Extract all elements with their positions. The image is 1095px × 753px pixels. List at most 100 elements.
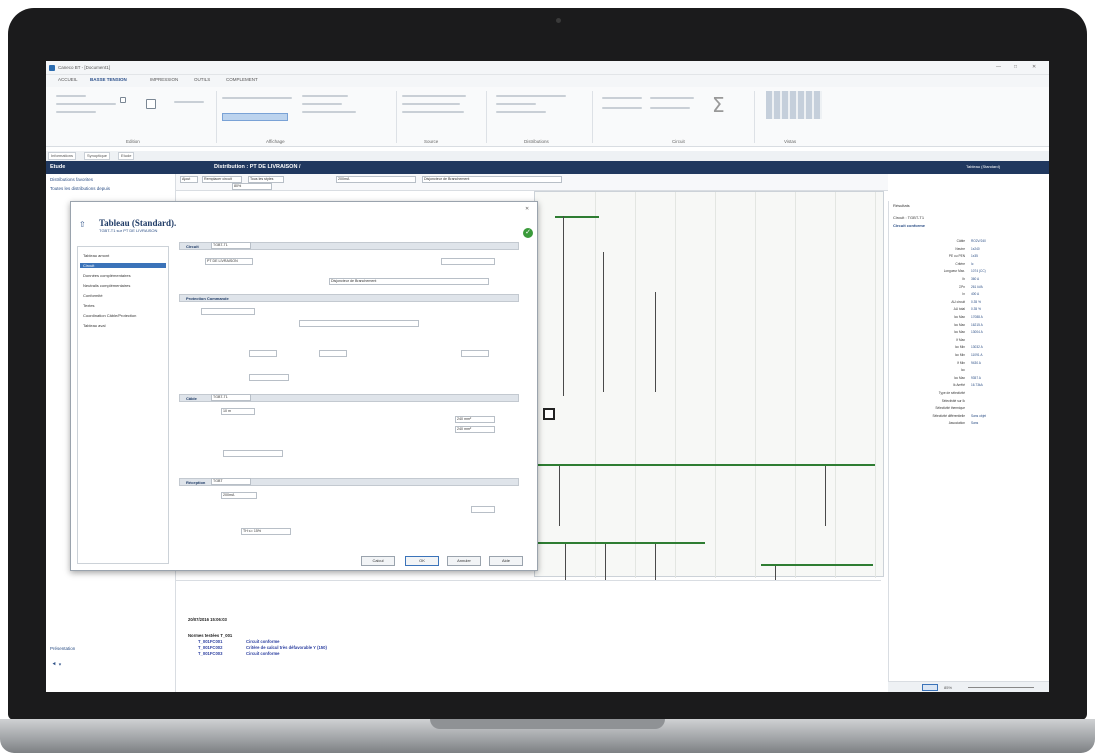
left-bottom-label[interactable]: Présentation [50,646,75,651]
vista-thumbnails[interactable] [766,91,822,119]
annuler-button[interactable]: Annuler [447,556,481,566]
display-selector[interactable] [222,113,288,121]
result-row: If Min 9430 A [893,361,1043,366]
result-row: Type de sélectivité [893,391,1043,396]
log-msg-3: Circuit conforme [246,651,280,656]
isd-field[interactable] [319,350,347,357]
result-row: Sélectivité différentielle Sans objet [893,414,1043,419]
tree-item-tableau-aval[interactable]: Tableau aval [83,323,105,328]
left-item-all-distributions[interactable]: Toutes les distributions depuis [50,186,110,191]
designation-field-dialog[interactable]: Disjoncteur de Branchement [329,278,489,285]
conducteur-neutre-select[interactable]: 240 mm² [455,426,495,433]
log-id-3[interactable]: T_001FC003 [198,651,222,656]
result-key: Longueur Max. [943,269,965,274]
log-msg-2: Critère de calcul très défavorable Y (15… [246,645,327,650]
result-key: Icc Max [954,375,965,380]
result-row: Câble RO2V/240 [893,239,1043,244]
cos-phi-field[interactable] [471,506,495,513]
style-filter[interactable]: Tous les styles [248,176,284,183]
result-row: Ik Arrêté 16.73kA [893,383,1043,388]
zoom-field[interactable]: 80% [232,183,272,190]
paste-icon[interactable] [146,99,156,109]
protection-type-select[interactable] [201,308,255,315]
courant-field[interactable]: 200mA [221,492,257,499]
result-key: Icc Max [954,322,965,327]
longueur-field[interactable]: 10 m [221,408,255,415]
tab-accueil[interactable]: ACCUEIL [58,77,78,82]
view-tab-etude[interactable]: Etude [118,152,135,160]
dialog-subtitle: TGBT-T1 sur PT DE LIVRAISON [99,228,158,233]
left-item-favorites[interactable]: Distributions favorites [50,177,93,182]
pose-select[interactable] [223,450,283,457]
result-row: Critère Ic [893,262,1043,267]
tree-item-coordination[interactable]: Coordination Câble/Protection [83,313,136,318]
tree-item-circuit[interactable]: Circuit [80,263,166,268]
tab-outils[interactable]: OUTILS [194,77,210,82]
view-tab-informations[interactable]: Informations [48,152,77,160]
protection-model-select[interactable] [299,320,419,327]
thermique-select[interactable] [249,374,289,381]
view-mode-icons[interactable] [922,684,938,691]
zoom-slider[interactable] [968,687,1034,688]
ribbon: Edition Affichage Source Distributions Σ… [46,87,1049,147]
result-value: Sans [971,421,979,426]
tab-basse-tension[interactable]: BASSE TENSION [90,77,127,82]
tab-complement[interactable]: COMPLEMENT [226,77,258,82]
maximize-icon[interactable]: □ [1014,64,1017,70]
result-key: ΣPn [959,284,965,289]
close-icon[interactable]: ✕ [1032,64,1036,70]
collapse-icon[interactable]: ⯇ ▾ [52,662,61,669]
cut-icon[interactable] [120,97,126,103]
calcul-button[interactable]: Calcul [361,556,395,566]
tree-item-neutralis[interactable]: Neutralis complémentaires [83,283,130,288]
group-label-distributions: Distributions [524,139,549,144]
result-key: Sélectivité thermique [935,406,965,411]
statut-select[interactable] [441,258,495,265]
amont-field[interactable]: PT DE LIVRAISON [205,258,253,265]
result-value: RO2V/240 [971,239,986,243]
tree-item-tableau-amont[interactable]: Tableau amont [83,253,109,258]
add-dropdown[interactable]: Ajout [180,176,198,183]
designation-field[interactable]: Disjoncteur de Branchement [422,176,562,183]
harmoniques-select[interactable]: TH ≤= 15% [241,528,291,535]
ok-button[interactable]: OK [405,556,439,566]
tree-item-donnees[interactable]: Données complémentaires [83,273,131,278]
log-id-1[interactable]: T_001FC001 [198,639,222,644]
result-value: Ic [971,261,974,266]
laptop-notch [430,719,665,729]
value-field[interactable]: 200mA [336,176,416,183]
replace-circuit-button[interactable]: Remplacer circuit [202,176,242,183]
conducteur-phase-select[interactable]: 240 mm² [455,416,495,423]
tab-impression[interactable]: IMPRESSION [150,77,178,82]
result-key: Ib [962,277,965,281]
ib-field[interactable] [249,350,277,357]
status-bar: 85% [888,681,1049,692]
cable-name-field[interactable]: TGBT-T1 [211,394,251,401]
log-id-2[interactable]: T_001FC002 [198,645,222,650]
result-value: 16215 A [971,322,983,327]
tree-item-conformite[interactable]: Conformité [83,293,103,298]
tree-item-textes[interactable]: Textes [83,303,95,308]
result-key: Câble [956,239,965,243]
result-value: 17088 A [971,315,983,319]
selected-symbol[interactable] [543,408,555,420]
schematic-canvas[interactable] [534,191,884,616]
aide-button[interactable]: Aide [489,556,523,566]
view-tab-synoptique[interactable]: Synoptique [84,152,111,160]
circuit-name-field[interactable]: TGBT-T1 [211,242,251,249]
log-msg-1: Circuit conforme [246,639,280,644]
sigma-icon[interactable]: Σ [712,93,725,117]
top-toolbar: Ajout Remplacer circuit Tous les styles … [176,174,888,191]
reception-name-field[interactable]: TGBT [211,478,251,485]
result-key: Critère [955,261,965,266]
section-protection: Protection Commande [179,294,519,302]
app-icon [49,65,55,71]
result-value: 0.35 % [971,307,981,312]
result-key: Icc Min [954,345,965,350]
dialog-close-icon[interactable]: ✕ [525,206,529,212]
dialog-back-icon[interactable]: ⇧ [79,220,86,229]
minimize-icon[interactable]: — [996,64,1001,70]
navigation-header: Etude Distribution : PT DE LIVRAISON / T… [46,161,1049,174]
idn-field[interactable] [461,350,489,357]
busbar-secondary [535,542,705,544]
